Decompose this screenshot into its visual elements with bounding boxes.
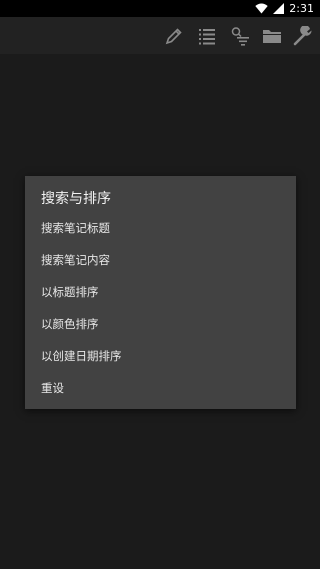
toolbar: [0, 17, 320, 54]
menu-item-sort-title[interactable]: 以标题排序: [25, 276, 296, 308]
wifi-icon: [255, 0, 268, 18]
wrench-icon[interactable]: [293, 25, 315, 47]
menu-item-search-title[interactable]: 搜索笔记标题: [25, 212, 296, 244]
status-bar: 2:31: [0, 0, 320, 17]
menu-item-search-content[interactable]: 搜索笔记内容: [25, 244, 296, 276]
menu-item-sort-date[interactable]: 以创建日期排序: [25, 340, 296, 372]
signal-icon: [273, 0, 285, 18]
menu-item-sort-color[interactable]: 以颜色排序: [25, 308, 296, 340]
search-sort-dialog: 搜索与排序 搜索笔记标题 搜索笔记内容 以标题排序 以颜色排序 以创建日期排序 …: [25, 176, 296, 409]
pencil-icon[interactable]: [163, 25, 185, 47]
menu-item-reset[interactable]: 重设: [25, 372, 296, 404]
list-icon[interactable]: [196, 25, 218, 47]
dialog-title: 搜索与排序: [41, 191, 111, 207]
app-screen: 2:31 搜索与排序 搜索笔记标题 搜索笔记内容 以标题排序 以颜色排序 以创建…: [0, 0, 320, 569]
status-time: 2:31: [289, 2, 314, 15]
status-right: 2:31: [255, 0, 314, 17]
search-filter-icon[interactable]: [229, 25, 251, 47]
folder-icon[interactable]: [261, 25, 283, 47]
